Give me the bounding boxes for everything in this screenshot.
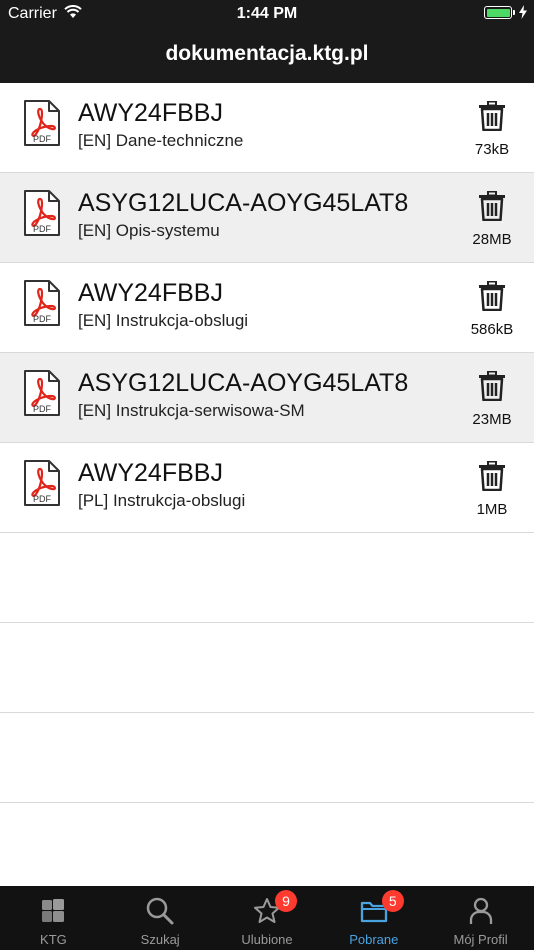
battery-icon (484, 6, 515, 19)
svg-text:PDF: PDF (33, 494, 52, 504)
document-subtitle: [EN] Instrukcja-obslugi (78, 311, 249, 330)
pdf-icon: PDF (24, 370, 60, 416)
svg-text:PDF: PDF (33, 404, 52, 414)
document-row[interactable]: PDF AWY24FBBJ [EN] Instrukcja-obslugi 58… (0, 263, 534, 353)
tab-pobrane[interactable]: 5 Pobrane (320, 886, 427, 950)
tab-label: KTG (40, 932, 67, 947)
pdf-icon: PDF (24, 190, 60, 236)
svg-text:PDF: PDF (33, 134, 52, 144)
ktg-logo-icon (42, 899, 65, 922)
svg-text:PDF: PDF (33, 314, 52, 324)
tab-bar: KTG Szukaj 9 Ulubione 5 Pobrane Mój Prof… (0, 886, 534, 950)
document-row[interactable]: PDF ASYG12LUCA-AOYG45LAT8 [EN] Instrukcj… (0, 353, 534, 443)
person-icon (469, 897, 492, 924)
pdf-icon: PDF (24, 280, 60, 326)
document-title: AWY24FBBJ (78, 279, 223, 307)
document-row[interactable]: PDF AWY24FBBJ [EN] Dane-techniczne 73kB (0, 83, 534, 173)
navigation-bar: dokumentacja.ktg.pl (0, 28, 534, 83)
document-row[interactable]: PDF ASYG12LUCA-AOYG45LAT8 [EN] Opis-syst… (0, 173, 534, 263)
empty-row (0, 713, 534, 803)
tab-ktg[interactable]: KTG (0, 886, 107, 950)
svg-text:PDF: PDF (33, 224, 52, 234)
tab-szukaj[interactable]: Szukaj (107, 886, 214, 950)
empty-row (0, 533, 534, 623)
trash-icon[interactable] (478, 461, 506, 491)
file-size: 1MB (476, 501, 508, 518)
trash-icon[interactable] (478, 371, 506, 401)
document-title: ASYG12LUCA-AOYG45LAT8 (78, 369, 409, 397)
page-title: dokumentacja.ktg.pl (165, 42, 369, 65)
clock: 1:44 PM (236, 5, 298, 22)
file-size: 23MB (472, 411, 512, 428)
file-size: 28MB (472, 231, 512, 248)
document-title: AWY24FBBJ (78, 459, 223, 487)
document-title: AWY24FBBJ (78, 99, 223, 127)
tab-label: Ulubione (241, 932, 293, 947)
tab-label: Mój Profil (453, 932, 508, 947)
tab-label: Pobrane (349, 932, 399, 947)
file-size: 73kB (474, 141, 510, 158)
favorites-count-badge: 9 (274, 890, 297, 912)
search-icon (146, 897, 174, 925)
document-subtitle: [EN] Dane-techniczne (78, 131, 244, 150)
file-size: 586kB (470, 321, 514, 338)
tab-profile[interactable]: Mój Profil (427, 886, 534, 950)
tab-label: Szukaj (140, 932, 180, 947)
charging-icon (519, 5, 527, 19)
document-title: ASYG12LUCA-AOYG45LAT8 (78, 189, 409, 217)
document-list: PDF AWY24FBBJ [EN] Dane-techniczne 73kB … (0, 83, 534, 803)
pdf-icon: PDF (24, 100, 60, 146)
trash-icon[interactable] (478, 281, 506, 311)
document-subtitle: [PL] Instrukcja-obslugi (78, 491, 246, 510)
trash-icon[interactable] (478, 191, 506, 221)
document-row[interactable]: PDF AWY24FBBJ [PL] Instrukcja-obslugi 1M… (0, 443, 534, 533)
tab-ulubione[interactable]: 9 Ulubione (214, 886, 321, 950)
document-subtitle: [EN] Instrukcja-serwisowa-SM (78, 401, 305, 420)
document-subtitle: [EN] Opis-systemu (78, 221, 220, 240)
status-bar: Carrier 1:44 PM (0, 0, 534, 28)
empty-row (0, 623, 534, 713)
downloads-count-badge: 5 (381, 890, 404, 912)
pdf-icon: PDF (24, 460, 60, 506)
trash-icon[interactable] (478, 101, 506, 131)
